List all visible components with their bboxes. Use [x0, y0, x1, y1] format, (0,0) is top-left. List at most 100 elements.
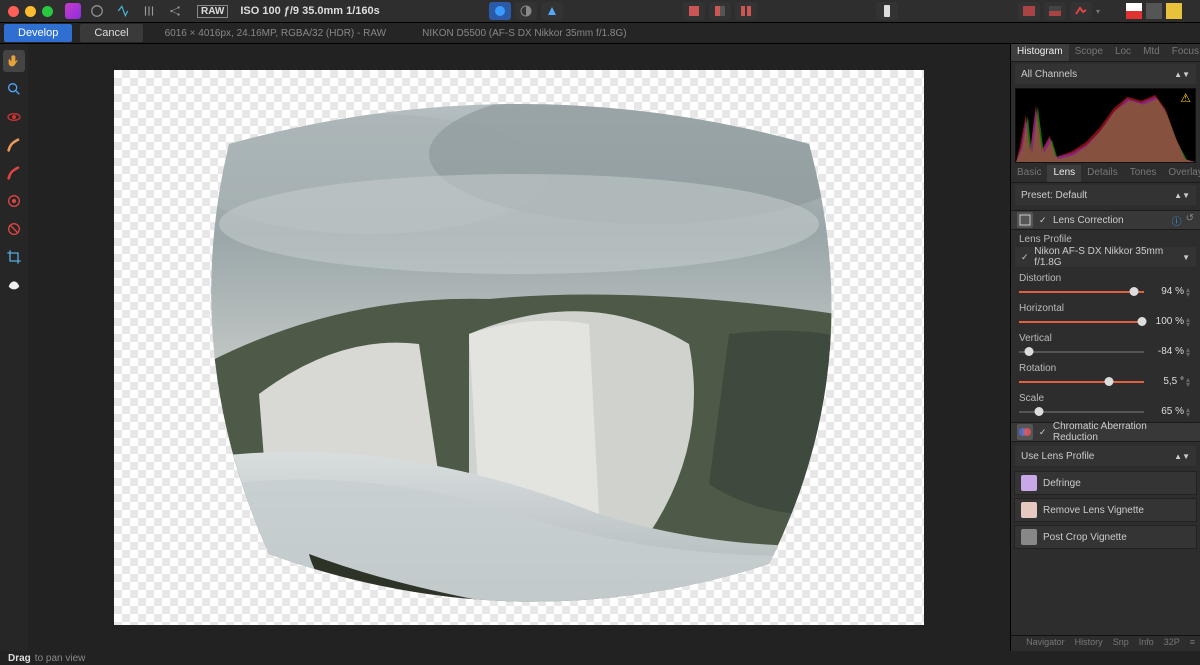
stepper[interactable]: ▴▾ — [1186, 347, 1194, 357]
preset-b[interactable] — [1044, 2, 1066, 20]
panel-label: Remove Lens Vignette — [1043, 505, 1144, 516]
preset-label: Preset: — [1021, 190, 1053, 201]
slider-scale[interactable]: 65 %▴▾ — [1011, 404, 1200, 419]
blemish-tool[interactable] — [3, 134, 25, 156]
channel-select[interactable]: All Channels ▲▼ — [1015, 64, 1196, 84]
slider-value: 65 % — [1150, 406, 1184, 417]
use-lens-profile-select[interactable]: Use Lens Profile ▲▼ — [1015, 446, 1196, 466]
preset-c[interactable] — [1070, 2, 1092, 20]
bottom-tabs: Navigator History Snp Info 32P ≡ — [1011, 635, 1200, 651]
histogram-tabs: Histogram Scope Loc Mtd Focus ≡ — [1011, 44, 1200, 62]
slider-distortion[interactable]: 94 %▴▾ — [1011, 284, 1200, 299]
status-hint: to pan view — [35, 653, 86, 664]
stepper[interactable]: ▴▾ — [1186, 287, 1194, 297]
stepper[interactable]: ▴▾ — [1186, 377, 1194, 387]
preset-select[interactable]: Preset: Default ▲▼ — [1015, 185, 1196, 205]
swatch-white[interactable] — [1126, 3, 1142, 19]
clip-shadows[interactable] — [489, 2, 511, 20]
overlay-gradient-tool[interactable] — [3, 218, 25, 240]
persona-icon[interactable] — [87, 1, 107, 21]
chromab-icon — [1017, 424, 1033, 440]
assistant-icon[interactable] — [113, 1, 133, 21]
panel-post-crop-vignette[interactable]: Post Crop Vignette — [1014, 525, 1197, 549]
panel-icon — [1021, 529, 1037, 545]
overlay-paint-tool[interactable] — [3, 162, 25, 184]
panel-menu-icon[interactable]: ≡ — [1185, 636, 1200, 651]
panel-defringe[interactable]: Defringe — [1014, 471, 1197, 495]
reset-icon[interactable]: ↺ — [1186, 213, 1194, 228]
swatch-grey[interactable] — [1146, 3, 1162, 19]
lens-correction-header[interactable]: ✓ Lens Correction ⓘ↺ — [1011, 210, 1200, 230]
compare-mirror[interactable] — [735, 2, 757, 20]
chromab-header[interactable]: ✓ Chromatic Aberration Reduction — [1011, 422, 1200, 442]
cancel-button[interactable]: Cancel — [80, 24, 142, 42]
tab-history[interactable]: History — [1070, 636, 1108, 651]
check-icon: ✓ — [1021, 252, 1030, 262]
minimize-window[interactable] — [25, 6, 36, 17]
tab-overlays[interactable]: Overlays — [1162, 165, 1200, 182]
camera-info: NIKON D5500 (AF-S DX Nikkor 35mm f/1.8G) — [422, 28, 627, 39]
zoom-window[interactable] — [42, 6, 53, 17]
slider-label-rotation: Rotation — [1011, 359, 1200, 374]
info-icon[interactable]: ⓘ — [1172, 213, 1182, 228]
tab-navigator[interactable]: Navigator — [1021, 636, 1070, 651]
tab-basic[interactable]: Basic — [1011, 165, 1047, 182]
slider-knob[interactable] — [1105, 377, 1114, 386]
tab-details[interactable]: Details — [1081, 165, 1124, 182]
clip-highlights[interactable] — [541, 2, 563, 20]
sync-button[interactable] — [876, 2, 898, 20]
tab-lens[interactable]: Lens — [1047, 165, 1081, 182]
slider-horizontal[interactable]: 100 %▴▾ — [1011, 314, 1200, 329]
slider-knob[interactable] — [1035, 407, 1044, 416]
slider-label-horizontal: Horizontal — [1011, 299, 1200, 314]
sliders-icon[interactable] — [139, 1, 159, 21]
lens-profile-value: Nikon AF-S DX Nikkor 35mm f/1.8G — [1034, 246, 1182, 268]
overlay-erase-tool[interactable] — [3, 190, 25, 212]
redeye-tool[interactable] — [3, 106, 25, 128]
tab-focus[interactable]: Focus — [1166, 44, 1200, 61]
develop-button[interactable]: Develop — [4, 24, 72, 42]
close-window[interactable] — [8, 6, 19, 17]
hand-tool[interactable] — [3, 50, 25, 72]
slider-rotation[interactable]: 5,5 °▴▾ — [1011, 374, 1200, 389]
preset-value: Default — [1055, 190, 1087, 201]
raw-badge: RAW — [197, 5, 228, 18]
canvas[interactable] — [114, 70, 924, 625]
slider-label-vertical: Vertical — [1011, 329, 1200, 344]
use-lens-profile-label: Use Lens Profile — [1021, 451, 1094, 462]
clip-mid[interactable] — [515, 2, 537, 20]
tab-histogram[interactable]: Histogram — [1011, 44, 1069, 61]
share-icon[interactable] — [165, 1, 185, 21]
slider-vertical[interactable]: -84 %▴▾ — [1011, 344, 1200, 359]
stepper[interactable]: ▴▾ — [1186, 407, 1194, 417]
warning-icon: ⚠ — [1180, 91, 1191, 105]
presets-group: ▾ — [1018, 2, 1100, 20]
swatch-yellow[interactable] — [1166, 3, 1182, 19]
slider-knob[interactable] — [1130, 287, 1139, 296]
panel-remove-lens-vignette[interactable]: Remove Lens Vignette — [1014, 498, 1197, 522]
compare-single[interactable] — [683, 2, 705, 20]
panel-label: Defringe — [1043, 478, 1081, 489]
tab-loc[interactable]: Loc — [1109, 44, 1137, 61]
slider-knob[interactable] — [1137, 317, 1146, 326]
tab-32p[interactable]: 32P — [1159, 636, 1185, 651]
compare-group — [683, 2, 757, 20]
tab-tones[interactable]: Tones — [1124, 165, 1163, 182]
canvas-area[interactable] — [28, 44, 1010, 651]
lens-profile-select[interactable]: ✓ Nikon AF-S DX Nikkor 35mm f/1.8G ▼ — [1015, 247, 1196, 267]
white-balance-tool[interactable] — [3, 274, 25, 296]
clip-group — [489, 2, 563, 20]
slider-value: 100 % — [1150, 316, 1184, 327]
zoom-tool[interactable] — [3, 78, 25, 100]
tab-snp[interactable]: Snp — [1108, 636, 1134, 651]
slider-value: -84 % — [1150, 346, 1184, 357]
slider-knob[interactable] — [1025, 347, 1034, 356]
stepper[interactable]: ▴▾ — [1186, 317, 1194, 327]
compare-split[interactable] — [709, 2, 731, 20]
crop-tool[interactable] — [3, 246, 25, 268]
preset-a[interactable] — [1018, 2, 1040, 20]
tab-mtd[interactable]: Mtd — [1137, 44, 1166, 61]
tab-scope[interactable]: Scope — [1069, 44, 1109, 61]
swatch-group — [1126, 3, 1182, 19]
tab-info[interactable]: Info — [1134, 636, 1159, 651]
